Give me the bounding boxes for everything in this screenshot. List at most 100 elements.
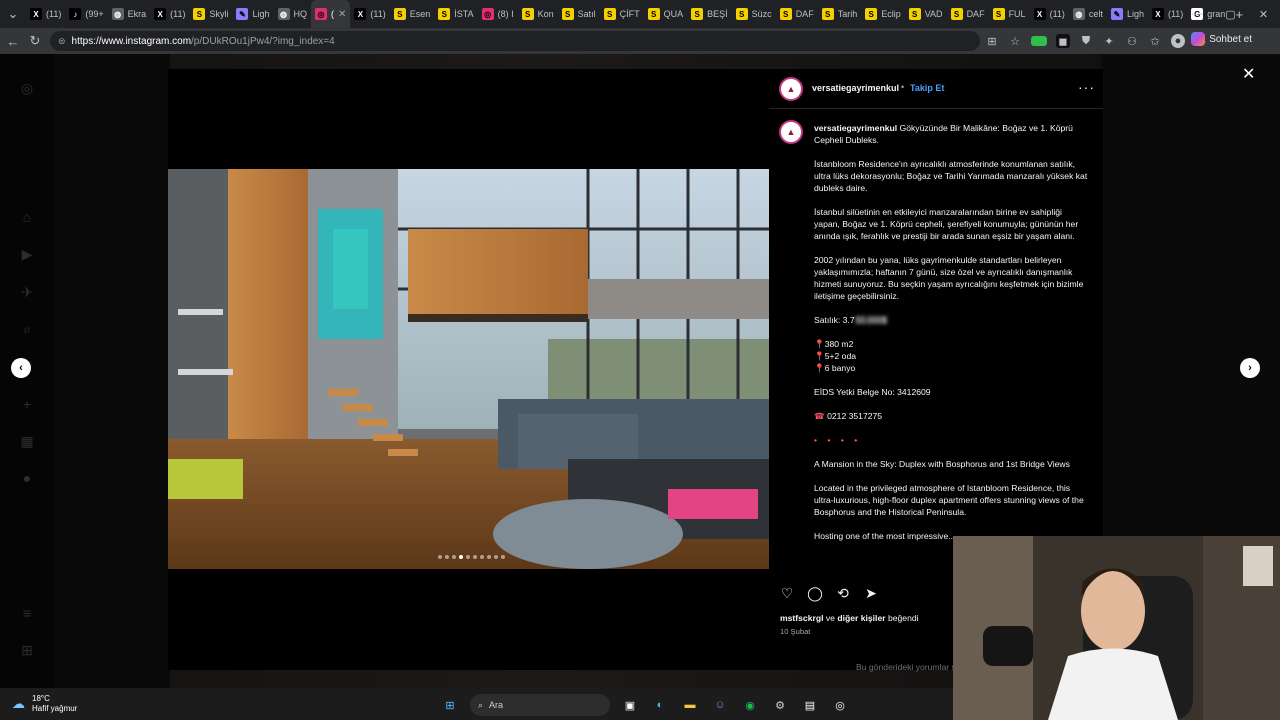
previous-post-arrow-icon[interactable]: ‹	[11, 358, 31, 378]
s-icon: S	[735, 8, 748, 20]
browser-tab[interactable]: S Eclip	[861, 0, 905, 28]
caption-p2: İstanbul silüetinin en etkileyici manzar…	[814, 207, 1079, 241]
browser-tab[interactable]: ♪ (99+	[65, 0, 107, 28]
avatar[interactable]: ▲	[779, 77, 803, 101]
back-arrow-icon[interactable]: ←	[2, 30, 24, 52]
phone-icon: ☎	[814, 411, 825, 421]
browser-tab[interactable]: S BEŞİ	[687, 0, 732, 28]
windows-start-icon[interactable]: ⊞	[440, 695, 460, 715]
tab-label: HQ	[293, 9, 308, 19]
close-modal-icon[interactable]: ✕	[1242, 64, 1255, 84]
extension-green-icon[interactable]	[1031, 36, 1047, 46]
epic-games-icon[interactable]: ▤	[800, 695, 820, 715]
instagram-icon: ◎	[481, 8, 494, 20]
share-icon[interactable]: ➤	[863, 585, 879, 601]
caption-username[interactable]: versatiegayrimenkul	[814, 123, 897, 133]
profile-avatar-icon[interactable]: ●	[1171, 34, 1185, 48]
tab-label: Ekra	[127, 9, 147, 19]
browser-tab[interactable]: S Süzc	[732, 0, 776, 28]
caption-scroll[interactable]: ▲ versatiegayrimenkul Gökyüzünde Bir Mal…	[769, 110, 1103, 545]
likes-rest: ve	[823, 613, 838, 623]
copilot-icon	[1191, 32, 1206, 46]
browser-tab[interactable]: S Skyli	[189, 0, 232, 28]
tracker-icon[interactable]: ⚇	[1125, 34, 1139, 48]
likes-others[interactable]: diğer kişiler	[837, 613, 885, 623]
edge-browser-icon[interactable]: ◐	[650, 695, 670, 715]
site-info-icon[interactable]: ⊜	[58, 36, 66, 47]
browser-tab[interactable]: S DAF	[776, 0, 818, 28]
s-icon: S	[950, 8, 963, 20]
browser-tab[interactable]: ✎ Ligh	[232, 0, 273, 28]
browser-tab[interactable]: S QUA	[644, 0, 688, 28]
task-view-icon[interactable]: ▣	[620, 695, 640, 715]
post-date[interactable]: 10 Şubat	[780, 627, 810, 636]
streamer-webcam-image	[953, 536, 1280, 720]
browser-tab[interactable]: ✎ Ligh	[1107, 0, 1148, 28]
file-explorer-icon[interactable]: ▬	[680, 695, 700, 715]
browser-tab[interactable]: S FUL	[989, 0, 1030, 28]
chat-button[interactable]: Sohbet et	[1191, 32, 1252, 46]
minimize-icon[interactable]: —	[1181, 0, 1214, 28]
likes-user[interactable]: mstfsckrgl	[780, 613, 823, 623]
puzzle-extensions-icon[interactable]: ✦	[1102, 34, 1116, 48]
tab-label: Eclip	[881, 9, 901, 19]
likes-summary: mstfsckrgl ve diğer kişiler beğendi	[780, 613, 919, 623]
x-icon: X	[1033, 8, 1046, 20]
shield-extension-icon[interactable]: ⛊	[1079, 34, 1093, 48]
tab-strip: ⌄ X (11) ♪ (99+ ◍ Ekra X (11) S Skyli ✎ Ligh ◍ HQ ◎(✕ X…	[0, 0, 1280, 28]
like-heart-icon[interactable]: ♡	[779, 585, 795, 601]
separator-dot: •	[901, 82, 905, 92]
more-options-icon[interactable]: ···	[1078, 79, 1095, 95]
browser-tab[interactable]: S İSTA	[434, 0, 477, 28]
browser-tab[interactable]: S Tarih	[818, 0, 862, 28]
maximize-icon[interactable]: ▢	[1214, 0, 1247, 28]
dot	[466, 555, 470, 559]
browser-tab[interactable]: S Esen	[390, 0, 435, 28]
weather-condition: Hafif yağmur	[32, 704, 78, 713]
post-username[interactable]: versatiegayrimenkul	[812, 83, 899, 93]
browser-tab[interactable]: ◎ (✕	[311, 0, 351, 28]
taskbar-search[interactable]: ⌕ Ara	[470, 694, 610, 716]
extension-dark-icon[interactable]: ◼	[1056, 34, 1070, 48]
comment-icon[interactable]: ◯	[807, 585, 823, 601]
browser-tab[interactable]: S Satıl	[558, 0, 600, 28]
tab-label: Tarih	[837, 9, 858, 19]
tab-label: (11)	[370, 9, 386, 19]
post-photo[interactable]	[168, 169, 769, 569]
browser-tab[interactable]: ◍ HQ	[274, 0, 312, 28]
tab-close-icon[interactable]: ✕	[338, 9, 346, 20]
address-bar[interactable]: ⊜ https://www.instagram.com/p/DUkROu1jPw…	[50, 31, 980, 51]
caption-avatar[interactable]: ▲	[779, 120, 803, 144]
browser-tab[interactable]: X (11)	[1030, 0, 1069, 28]
repost-icon[interactable]: ⟲	[835, 585, 851, 601]
next-post-arrow-icon[interactable]: ›	[1240, 358, 1260, 378]
weather-widget[interactable]: ☁ 18°C Hafif yağmur	[12, 694, 77, 714]
tab-label: Süzc	[751, 9, 772, 19]
browser-tab[interactable]: X (11)	[150, 0, 189, 28]
steam-icon[interactable]: ⚙	[770, 695, 790, 715]
follow-button[interactable]: Takip Et	[910, 83, 944, 93]
browser-tab[interactable]: ◎ (8) I	[478, 0, 518, 28]
post-media[interactable]	[168, 69, 769, 670]
en-title: A Mansion in the Sky: Duplex with Bospho…	[814, 459, 1070, 469]
browser-tab[interactable]: S DAF	[947, 0, 989, 28]
tab-search-chevron-icon[interactable]: ⌄	[0, 3, 26, 25]
obs-icon[interactable]: ◎	[830, 695, 850, 715]
globe-icon: ◍	[1072, 8, 1085, 20]
dot	[501, 555, 505, 559]
discord-icon[interactable]: ☺	[710, 695, 730, 715]
browser-tab[interactable]: ◍ Ekra	[108, 0, 151, 28]
window-close-icon[interactable]: ✕	[1247, 0, 1280, 28]
browser-tab[interactable]: S Kon	[518, 0, 558, 28]
reload-icon[interactable]: ↻	[24, 30, 46, 52]
install-app-icon[interactable]: ⊞	[985, 34, 999, 48]
browser-tab[interactable]: X (11)	[26, 0, 65, 28]
spotify-icon[interactable]: ◉	[740, 695, 760, 715]
bookmark-star-icon[interactable]: ☆	[1008, 34, 1022, 48]
favorites-icon[interactable]: ✩	[1148, 34, 1162, 48]
browser-tab[interactable]: X (11)	[350, 0, 389, 28]
s-icon: S	[393, 8, 406, 20]
browser-tab[interactable]: ◍ celt	[1069, 0, 1107, 28]
browser-tab[interactable]: S VAD	[905, 0, 947, 28]
browser-tab[interactable]: S ÇİFT	[600, 0, 644, 28]
